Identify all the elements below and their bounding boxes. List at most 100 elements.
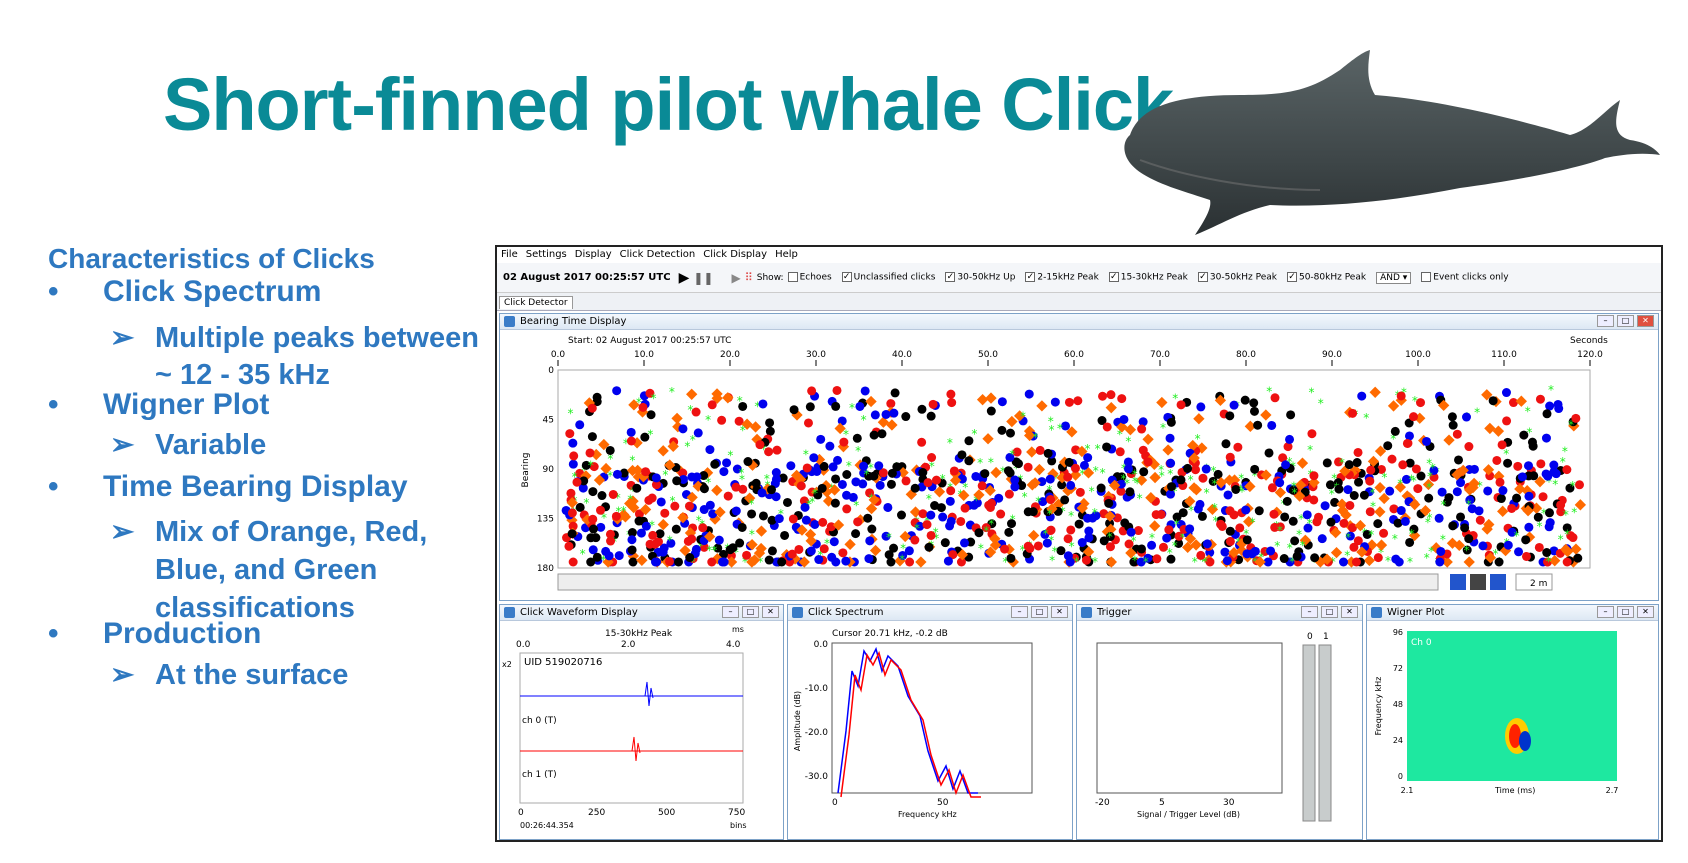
characteristics-heading: Characteristics of Clicks	[48, 243, 375, 274]
menu-display[interactable]: Display	[575, 247, 612, 263]
play-icon[interactable]: ▶	[679, 270, 690, 286]
x-tick-label: 2.1	[1401, 786, 1414, 795]
minimize-button[interactable]: –	[1301, 606, 1318, 618]
maximize-button[interactable]: □	[1617, 606, 1634, 618]
colour-grid-icon[interactable]: ⠿	[745, 271, 753, 284]
click-mark	[1225, 452, 1235, 462]
show-checkbox[interactable]: ✓ Unclassified clicks	[841, 272, 935, 283]
click-mark	[901, 476, 911, 486]
click-mark	[1402, 438, 1412, 448]
pause-icon[interactable]: ❚❚	[693, 271, 713, 285]
maximize-button[interactable]: □	[1617, 315, 1634, 327]
sub-bullet: ➢ Variable	[110, 425, 266, 465]
show-checkbox[interactable]: ✓ 50-80kHz Peak	[1286, 272, 1366, 283]
tab-click-detector[interactable]: Click Detector	[499, 296, 573, 309]
click-mark: *	[886, 531, 892, 545]
minimize-button[interactable]: –	[1597, 606, 1614, 618]
click-mark: *	[607, 469, 613, 483]
click-mark	[1534, 542, 1544, 552]
click-mark	[949, 466, 959, 476]
click-mark	[869, 430, 879, 440]
click-mark	[874, 461, 884, 471]
checkbox-icon[interactable]	[787, 272, 798, 283]
menu-click-display[interactable]: Click Display	[703, 247, 767, 263]
click-mark	[1460, 523, 1470, 533]
click-mark	[646, 410, 656, 420]
sub-bullet-label: Variable	[155, 429, 267, 461]
show-checkbox[interactable]: Echoes	[787, 272, 832, 283]
menu-help[interactable]: Help	[775, 247, 798, 263]
menu-bar: File Settings Display Click Detection Cl…	[497, 247, 1661, 263]
click-mark	[1339, 518, 1349, 528]
click-mark	[1196, 402, 1206, 412]
show-checkbox[interactable]: ✓ 15-30kHz Peak	[1108, 272, 1188, 283]
minimize-button[interactable]: –	[722, 606, 739, 618]
click-mark	[957, 450, 967, 460]
click-mark	[1056, 546, 1066, 556]
play-grey-icon[interactable]: ▶	[731, 271, 740, 285]
click-mark	[691, 544, 701, 554]
click-mark	[1010, 475, 1020, 485]
click-mark	[1387, 454, 1397, 464]
y-tick-label: -10.0	[805, 684, 829, 694]
click-mark	[805, 402, 815, 412]
click-mark	[1064, 457, 1074, 467]
click-mark	[737, 522, 747, 532]
click-mark	[1013, 459, 1023, 469]
click-mark	[591, 533, 601, 543]
click-mark	[917, 404, 927, 414]
maximize-button[interactable]: □	[1321, 606, 1338, 618]
click-mark	[1050, 397, 1060, 407]
checkbox-icon[interactable]: ✓	[1108, 272, 1119, 283]
pamguard-window: File Settings Display Click Detection Cl…	[495, 245, 1663, 842]
close-button[interactable]: ✕	[1637, 315, 1654, 327]
click-mark	[1242, 535, 1252, 545]
click-mark: *	[1095, 442, 1101, 456]
close-button[interactable]: ✕	[1341, 606, 1358, 618]
click-mark	[698, 523, 708, 533]
close-button[interactable]: ✕	[1637, 606, 1654, 618]
checkbox-label: 30-50kHz Peak	[1209, 272, 1277, 283]
checkbox-icon[interactable]: ✓	[1197, 272, 1208, 283]
click-mark	[1166, 458, 1176, 468]
checkbox-icon[interactable]: ✓	[1286, 272, 1297, 283]
click-mark	[1217, 521, 1227, 531]
click-mark	[1143, 457, 1153, 467]
menu-click-detection[interactable]: Click Detection	[620, 247, 696, 263]
click-mark: *	[1503, 447, 1509, 461]
click-mark	[827, 552, 837, 562]
click-mark	[626, 436, 636, 446]
y-tick-label: 48	[1393, 700, 1403, 709]
click-mark	[672, 476, 682, 486]
maximize-button[interactable]: □	[1031, 606, 1048, 618]
show-checkbox[interactable]: ✓ 30-50kHz Up	[945, 272, 1015, 283]
click-mark	[1562, 465, 1572, 475]
checkbox-icon[interactable]: ✓	[945, 272, 956, 283]
pilot-whale-illustration	[1124, 50, 1660, 235]
click-mark	[1102, 442, 1112, 452]
checkbox-icon[interactable]: ✓	[841, 272, 852, 283]
click-mark	[1125, 487, 1135, 497]
show-checkbox[interactable]: ✓ 2-15kHz Peak	[1025, 272, 1099, 283]
maximize-button[interactable]: □	[742, 606, 759, 618]
close-button[interactable]: ✕	[1051, 606, 1068, 618]
show-checkbox[interactable]: ✓ 30-50kHz Peak	[1197, 272, 1277, 283]
logic-select[interactable]: AND ▾	[1376, 271, 1412, 284]
click-mark	[842, 504, 852, 514]
click-mark	[1390, 426, 1400, 436]
minimize-button[interactable]: –	[1011, 606, 1028, 618]
menu-settings[interactable]: Settings	[526, 247, 567, 263]
menu-file[interactable]: File	[501, 247, 518, 263]
click-mark: *	[812, 486, 818, 500]
click-mark	[817, 483, 827, 493]
x-tick-label: 30	[1223, 798, 1235, 808]
click-mark	[1512, 493, 1522, 503]
event-clicks-checkbox[interactable]: Event clicks only	[1421, 272, 1509, 283]
click-mark	[855, 401, 865, 411]
close-button[interactable]: ✕	[762, 606, 779, 618]
minimize-button[interactable]: –	[1597, 315, 1614, 327]
bearing-time-plot[interactable]: Start: 02 August 2017 00:25:57 UTC Second…	[500, 330, 1658, 600]
checkbox-icon[interactable]: ✓	[1025, 272, 1036, 283]
click-mark	[1196, 550, 1206, 560]
click-mark	[946, 516, 956, 526]
